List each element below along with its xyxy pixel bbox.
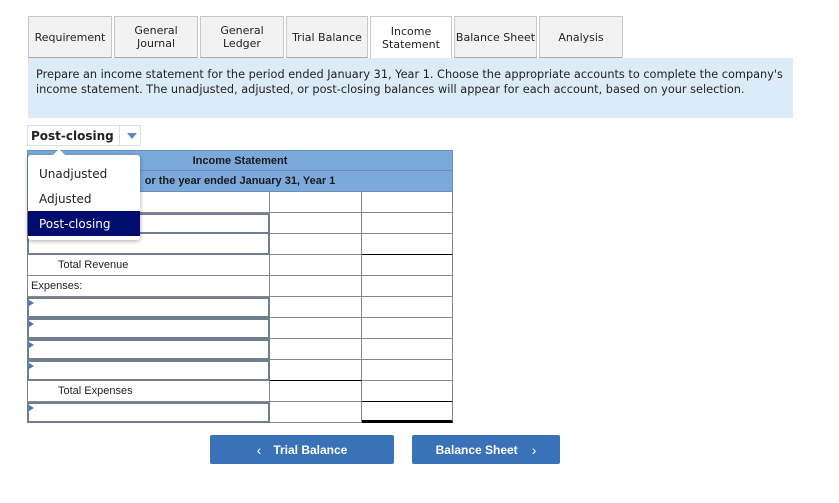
- chevron-left-icon: ‹: [256, 441, 262, 458]
- balance-type-menu: Unadjusted Adjusted Post-closing: [28, 149, 140, 240]
- amount-input[interactable]: [270, 318, 362, 339]
- total-input[interactable]: [362, 192, 453, 213]
- total-input[interactable]: [362, 234, 453, 255]
- net-income-select[interactable]: [27, 402, 270, 423]
- amount-input[interactable]: [270, 339, 362, 360]
- chevron-down-icon[interactable]: [127, 132, 137, 139]
- amount-input[interactable]: [270, 234, 362, 255]
- dropdown-marker-icon: [29, 342, 34, 348]
- prev-trial-balance-button[interactable]: ‹ Trial Balance: [210, 435, 394, 464]
- amount-input[interactable]: [270, 213, 362, 234]
- next-button-label: Balance Sheet: [435, 442, 518, 457]
- tab-label: Trial Balance: [292, 30, 362, 44]
- net-income-input[interactable]: [362, 402, 453, 423]
- total-input[interactable]: [362, 339, 453, 360]
- amount-input[interactable]: [270, 255, 362, 276]
- expenses-label: Expenses:: [27, 276, 270, 297]
- account-select[interactable]: [27, 318, 270, 339]
- tab-label: General Ledger: [220, 24, 264, 50]
- total-expenses-label: Total Expenses: [27, 381, 270, 402]
- amount-input[interactable]: [270, 276, 362, 297]
- tab-analysis[interactable]: Analysis: [539, 16, 623, 58]
- tab-label: General Journal: [134, 24, 178, 50]
- total-input[interactable]: [362, 213, 453, 234]
- account-select[interactable]: [27, 297, 270, 318]
- account-select[interactable]: [27, 360, 270, 381]
- tab-label: Income Statement: [382, 24, 440, 51]
- table-row: Expenses:: [27, 276, 453, 297]
- tab-general-journal[interactable]: General Journal: [114, 16, 198, 58]
- balance-type-select[interactable]: Post-closing: [27, 125, 141, 146]
- menu-item-post-closing[interactable]: Post-closing: [28, 211, 140, 236]
- amount-input[interactable]: [270, 360, 362, 381]
- table-row: Total Revenue: [27, 255, 453, 276]
- tab-label: Analysis: [558, 30, 604, 44]
- total-input[interactable]: [362, 297, 453, 318]
- tab-label: Balance Sheet: [455, 30, 536, 44]
- amount-input[interactable]: [270, 297, 362, 318]
- dropdown-marker-icon: [29, 405, 34, 411]
- amount-input[interactable]: [270, 402, 362, 423]
- dropdown-marker-icon: [29, 300, 34, 306]
- tab-bar: Requirement General Journal General Ledger…: [28, 16, 625, 59]
- balance-type-value: Post-closing: [31, 128, 114, 143]
- next-balance-sheet-button[interactable]: Balance Sheet ›: [412, 435, 560, 464]
- table-row: [27, 339, 453, 360]
- tab-general-ledger[interactable]: General Ledger: [200, 16, 284, 58]
- amount-input[interactable]: [270, 381, 362, 402]
- menu-item-adjusted[interactable]: Adjusted: [28, 186, 140, 211]
- total-revenue-input[interactable]: [362, 255, 453, 276]
- instruction-text: Prepare an income statement for the peri…: [28, 58, 793, 118]
- total-input[interactable]: [362, 360, 453, 381]
- table-row: Total Expenses: [27, 381, 453, 402]
- table-row: [27, 402, 453, 423]
- table-row: [27, 318, 453, 339]
- table-row: [27, 360, 453, 381]
- tab-requirement[interactable]: Requirement: [28, 16, 112, 58]
- total-revenue-label: Total Revenue: [27, 255, 270, 276]
- tab-balance-sheet[interactable]: Balance Sheet: [454, 16, 537, 58]
- amount-input[interactable]: [270, 192, 362, 213]
- tab-label: Requirement: [34, 30, 106, 44]
- tab-income-statement[interactable]: Income Statement: [370, 16, 452, 59]
- total-input[interactable]: [362, 276, 453, 297]
- total-expenses-input[interactable]: [362, 381, 453, 402]
- dropdown-marker-icon: [29, 363, 34, 369]
- select-divider: [119, 126, 120, 145]
- dropdown-marker-icon: [29, 321, 34, 327]
- table-row: [27, 297, 453, 318]
- prev-button-label: Trial Balance: [273, 442, 348, 457]
- account-select[interactable]: [27, 339, 270, 360]
- menu-item-unadjusted[interactable]: Unadjusted: [28, 161, 140, 186]
- chevron-right-icon: ›: [531, 441, 537, 458]
- tab-trial-balance[interactable]: Trial Balance: [286, 16, 368, 58]
- total-input[interactable]: [362, 318, 453, 339]
